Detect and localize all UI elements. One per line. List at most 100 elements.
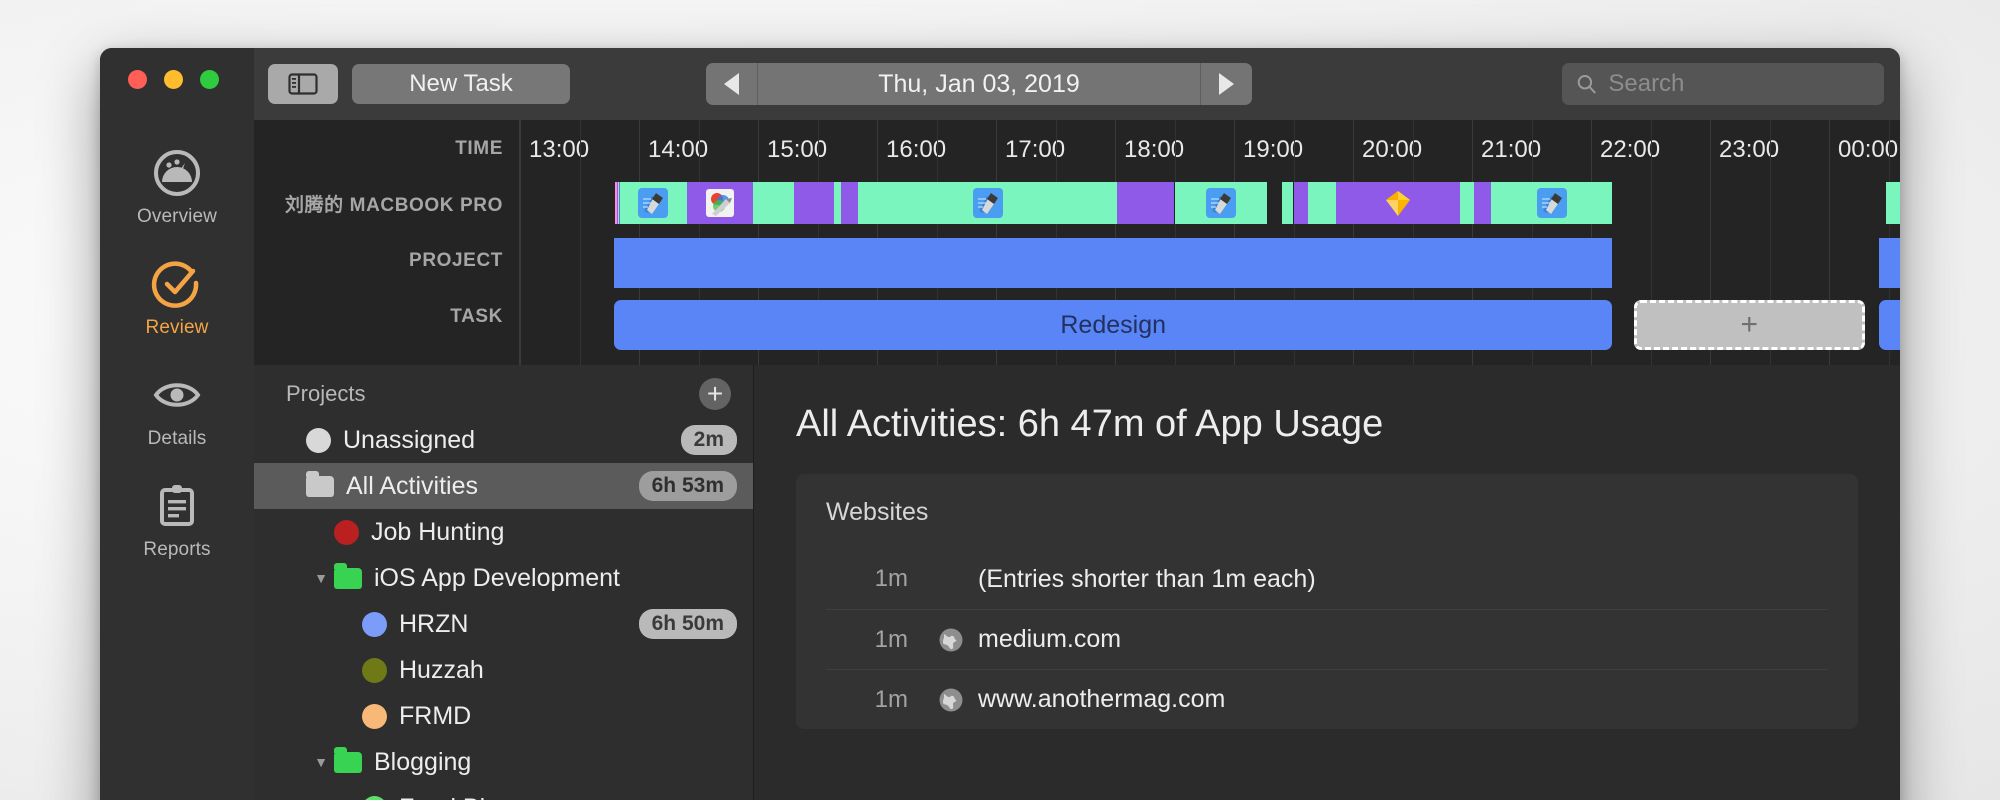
project-name: FRMD: [399, 701, 472, 730]
websites-card: Websites 1m (Entries shorter than 1m each…: [796, 474, 1858, 729]
timeline-project-bar[interactable]: [1878, 238, 1900, 288]
xcode-icon: [637, 187, 669, 219]
app-window: Overview Review Details Reports New Task…: [100, 48, 1900, 800]
search-icon: [1577, 75, 1596, 94]
timeline-add-task-placeholder[interactable]: +: [1633, 300, 1865, 350]
nav-item-overview[interactable]: Overview: [100, 133, 254, 244]
current-date-label[interactable]: Thu, Jan 03, 2019: [758, 70, 1200, 99]
timeline-app-segment[interactable]: [857, 182, 1118, 224]
timeline-project-label: PROJECT: [409, 250, 503, 271]
project-list-item[interactable]: Food Blog: [254, 785, 753, 800]
close-button[interactable]: [128, 70, 147, 89]
website-icon-spacer: [938, 566, 964, 592]
xcode-icon: [1536, 187, 1568, 219]
triangle-left-icon: [724, 73, 739, 95]
project-color-dot-icon: [362, 703, 387, 729]
timeline-task-row[interactable]: Redesign + Redesign: [520, 300, 1900, 350]
timeline-app-segment[interactable]: [686, 182, 754, 224]
timeline-app-segment[interactable]: [1117, 182, 1175, 224]
nav-item-label: Reports: [143, 539, 211, 560]
timeline-project-row[interactable]: [520, 238, 1900, 288]
project-list-item[interactable]: All Activities 6h 53m: [254, 463, 753, 509]
previous-day-button[interactable]: [706, 63, 758, 105]
website-duration: 1m: [874, 685, 908, 713]
project-list-item[interactable]: Job Hunting: [254, 509, 753, 555]
timeline-app-segment[interactable]: [753, 182, 794, 224]
search-field[interactable]: [1562, 63, 1884, 105]
timeline-task-bar[interactable]: Redesign: [614, 300, 1613, 350]
project-list-item[interactable]: ▼ Blogging: [254, 739, 753, 785]
nav-item-reports[interactable]: Reports: [100, 466, 254, 577]
nav-rail: Overview Review Details Reports: [100, 48, 254, 800]
timeline-app-segment[interactable]: [1336, 182, 1461, 224]
timeline-project-bar[interactable]: [614, 238, 1613, 288]
timeline-app-segment[interactable]: [1460, 182, 1475, 224]
xcode-icon: [972, 187, 1004, 219]
nav-item-details[interactable]: Details: [100, 355, 254, 466]
desktop-background: Overview Review Details Reports New Task…: [0, 0, 2000, 800]
next-day-button[interactable]: [1200, 63, 1252, 105]
timeline-app-segment[interactable]: [1281, 182, 1294, 224]
timeline-app-segment[interactable]: [1886, 182, 1900, 224]
project-duration-badge: 2m: [680, 425, 737, 455]
timeline-app-segment[interactable]: [1491, 182, 1613, 224]
new-task-button[interactable]: New Task: [352, 64, 570, 104]
globe-icon: [938, 627, 964, 653]
sidebar-toggle-icon: [288, 73, 318, 95]
projects-title: Projects: [286, 381, 366, 406]
website-name: (Entries shorter than 1m each): [978, 564, 1316, 593]
project-color-dot-icon: [334, 519, 359, 545]
projects-header: Projects +: [254, 371, 753, 417]
timeline-app-segment[interactable]: [841, 182, 858, 224]
add-project-button[interactable]: +: [699, 378, 731, 410]
zoom-button[interactable]: [200, 70, 219, 89]
project-color-dot-icon: [362, 657, 387, 683]
toolbar: New Task Thu, Jan 03, 2019: [254, 48, 1900, 120]
project-duration-badge: 6h 50m: [638, 609, 737, 639]
minimize-button[interactable]: [164, 70, 183, 89]
website-row[interactable]: 1m www.anothermag.com: [826, 669, 1828, 729]
timeline-app-segment[interactable]: [1174, 182, 1268, 224]
timeline-app-segment[interactable]: [1474, 182, 1492, 224]
xcode-icon: [1205, 187, 1237, 219]
timeline-time-label: TIME: [455, 138, 503, 159]
website-duration: 1m: [874, 565, 908, 592]
website-row[interactable]: 1m medium.com: [826, 609, 1828, 669]
website-row[interactable]: 1m (Entries shorter than 1m each): [826, 549, 1828, 609]
globe-icon: [938, 687, 964, 713]
nav-item-label: Review: [145, 317, 209, 338]
timeline-task-bar[interactable]: Redesign: [1878, 300, 1900, 350]
content-area: Projects + Unassigned 2m All Activities 6h …: [254, 365, 1900, 800]
project-name: Huzzah: [399, 655, 484, 684]
eye-icon: [153, 383, 201, 407]
project-name: Job Hunting: [371, 517, 505, 546]
project-name: Food Blog: [399, 794, 513, 800]
timeline-app-segment[interactable]: [834, 182, 842, 224]
project-duration-badge: 6h 53m: [638, 471, 737, 501]
detail-title: All Activities: 6h 47m of App Usage: [796, 403, 1384, 445]
timeline-app-segment[interactable]: [1307, 182, 1337, 224]
project-list-item[interactable]: Unassigned 2m: [254, 417, 753, 463]
timeline-row-labels: TIME 刘腾的 MACBOOK PRO PROJECT TASK: [254, 120, 520, 365]
project-list-item[interactable]: FRMD: [254, 693, 753, 739]
nav-item-review[interactable]: Review: [100, 244, 254, 355]
timeline-app-segment[interactable]: [793, 182, 835, 224]
search-input[interactable]: [1608, 70, 1870, 98]
timeline-app-segment[interactable]: [1293, 182, 1308, 224]
folder-icon: [334, 746, 362, 773]
project-name: Blogging: [374, 747, 472, 776]
project-list-item[interactable]: Huzzah: [254, 647, 753, 693]
timeline-app-row[interactable]: [520, 182, 1900, 224]
new-task-label: New Task: [409, 70, 513, 97]
project-list-item[interactable]: ▼ iOS App Development: [254, 555, 753, 601]
traffic-lights: [100, 70, 254, 89]
timeline-app-segment[interactable]: [620, 182, 687, 224]
disclosure-triangle-icon[interactable]: ▼: [308, 570, 334, 586]
project-list-item[interactable]: HRZN 6h 50m: [254, 601, 753, 647]
disclosure-triangle-icon[interactable]: ▼: [308, 754, 334, 770]
sidebar-toggle-button[interactable]: [268, 64, 338, 104]
project-color-dot-icon: [362, 795, 387, 800]
website-duration: 1m: [874, 625, 908, 653]
timeline-track[interactable]: 13:00 14:00 15:00 16:00 17:00 18:00 19:00 20:00…: [520, 120, 1900, 365]
project-name: iOS App Development: [374, 563, 620, 592]
